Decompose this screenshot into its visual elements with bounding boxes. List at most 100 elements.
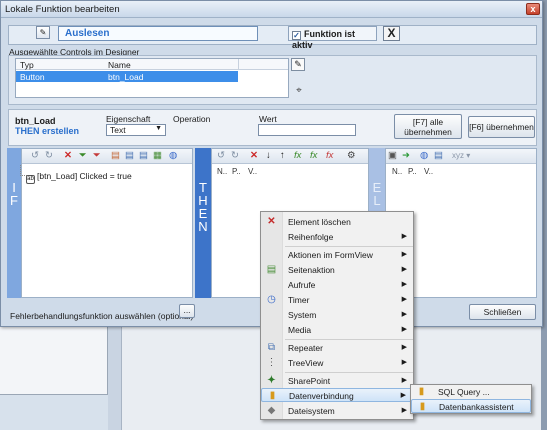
- then-column-header[interactable]: N..: [217, 167, 227, 176]
- menu-item-system[interactable]: System ▶: [261, 308, 413, 322]
- menu-item-element-loeschen[interactable]: ✕ Element löschen: [261, 215, 413, 229]
- menu-item-sql-query[interactable]: ▮ SQL Query ...: [411, 385, 531, 399]
- function-add-icon[interactable]: fx: [294, 150, 301, 162]
- filesystem-icon: ◆: [267, 405, 276, 416]
- function-active-label: Funktion ist aktiv: [292, 29, 355, 50]
- dialog-titlebar[interactable]: Lokale Funktion bearbeiten x: [1, 1, 542, 18]
- menu-item-label: System: [288, 310, 317, 320]
- edit-selection-icon[interactable]: ✎: [291, 58, 305, 71]
- redo-icon[interactable]: ↻: [45, 150, 53, 162]
- checkbox-check-icon[interactable]: ✓: [292, 31, 301, 40]
- else-column-header[interactable]: N..: [392, 167, 402, 176]
- edit-document-icon[interactable]: ▤: [434, 150, 443, 162]
- gear-icon[interactable]: ⚙: [347, 150, 356, 162]
- menu-separator: [285, 339, 413, 340]
- menu-item-media[interactable]: Media ▶: [261, 323, 413, 337]
- menu-item-datenbankassistent[interactable]: ▮ Datenbankassistent: [411, 399, 531, 413]
- delete-function-button[interactable]: X: [383, 26, 400, 41]
- delete-x-icon[interactable]: ✕: [64, 150, 72, 162]
- error-handler-select-button[interactable]: ...: [179, 304, 195, 318]
- menu-item-aktionen-formview[interactable]: Aktionen im FormView ▶: [261, 248, 413, 262]
- menu-item-sharepoint[interactable]: ✦ SharePoint ▶: [261, 374, 413, 388]
- close-button[interactable]: Schließen: [469, 304, 536, 320]
- grid-column-name[interactable]: Name: [108, 60, 131, 70]
- dialog-close-icon[interactable]: x: [526, 3, 540, 15]
- repeater-icon: ⧉: [267, 342, 276, 353]
- function-remove-icon[interactable]: fx: [326, 150, 333, 162]
- move-down-icon[interactable]: ↓: [266, 150, 271, 162]
- menu-separator: [285, 246, 413, 247]
- grid-cell-name: btn_Load: [108, 72, 144, 82]
- submenu-arrow-icon: ▶: [401, 296, 407, 303]
- filter-add-icon[interactable]: ⏷: [79, 150, 87, 162]
- submenu-arrow-icon: ▶: [401, 281, 407, 288]
- submenu-arrow-icon: ▶: [401, 344, 407, 351]
- submenu-arrow-icon: ▶: [401, 407, 407, 414]
- edit-function-icon[interactable]: ✎: [36, 26, 50, 39]
- selected-controls-grid[interactable]: Typ Name Button btn_Load: [15, 58, 289, 98]
- document-icon[interactable]: ▤: [111, 150, 120, 162]
- document-down-icon[interactable]: ▤: [139, 150, 148, 162]
- filter-remove-icon[interactable]: ⏷: [93, 150, 101, 162]
- menu-item-label: TreeView: [288, 358, 324, 368]
- grid-icon[interactable]: ▦: [153, 150, 162, 162]
- then-column-header[interactable]: V..: [248, 167, 257, 176]
- menu-item-label: SQL Query ...: [438, 387, 490, 397]
- document-up-icon[interactable]: ▤: [125, 150, 134, 162]
- redo-icon[interactable]: ↻: [231, 150, 239, 162]
- submenu-arrow-icon: ▶: [401, 377, 407, 384]
- function-edit-icon[interactable]: fx: [310, 150, 317, 162]
- undo-icon[interactable]: ↺: [217, 150, 225, 162]
- menu-item-label: Media: [288, 325, 312, 335]
- apply-button[interactable]: [F6] übernehmen: [468, 116, 535, 138]
- document-icon[interactable]: ▣: [388, 150, 397, 162]
- grid-column-typ[interactable]: Typ: [20, 60, 34, 70]
- menu-item-reihenfolge[interactable]: Reihenfolge ▶: [261, 230, 413, 244]
- undo-icon[interactable]: ↺: [31, 150, 39, 162]
- property-dropdown-value: Text: [110, 125, 126, 135]
- arrow-right-icon[interactable]: ➜: [402, 150, 410, 162]
- value-input[interactable]: [258, 124, 356, 136]
- if-toolbar: ↺ ↻ ✕ ⏷ ⏷ ▤ ▤ ▤ ▦ ◍: [22, 149, 192, 164]
- pick-control-icon[interactable]: ⌖: [293, 85, 305, 97]
- property-label: Eigenschaft: [106, 114, 151, 124]
- menu-item-label: Reihenfolge: [288, 232, 334, 242]
- then-toolbar: ↺ ↻ ✕ ↓ ↑ fx fx fx ⚙: [212, 149, 368, 164]
- menu-item-dateisystem[interactable]: ◆ Dateisystem ▶: [261, 404, 413, 418]
- apply-all-label-line2: übernehmen: [404, 127, 452, 137]
- menu-item-label: SharePoint: [288, 376, 331, 386]
- menu-item-repeater[interactable]: ⧉ Repeater ▶: [261, 341, 413, 355]
- operation-label: Operation: [173, 114, 211, 124]
- apply-all-label-line1: [F7] alle: [412, 117, 444, 127]
- sync-icon[interactable]: ◍: [420, 150, 428, 162]
- apply-all-button[interactable]: [F7] alle übernehmen: [394, 114, 462, 139]
- menu-item-label: Repeater: [288, 343, 323, 353]
- grid-cell-typ: Button: [20, 72, 45, 82]
- submenu-arrow-icon: ▶: [401, 233, 407, 240]
- menu-item-timer[interactable]: ◷ Timer ▶: [261, 293, 413, 307]
- menu-item-datenverbindung[interactable]: ▮ Datenverbindung ▶: [261, 388, 413, 402]
- else-column-header[interactable]: P..: [408, 167, 417, 176]
- function-active-checkbox[interactable]: ✓ Funktion ist aktiv: [288, 26, 377, 50]
- submenu-arrow-icon: ▶: [401, 326, 407, 333]
- background-splitter: [108, 327, 122, 430]
- menu-item-aufrufe[interactable]: Aufrufe ▶: [261, 278, 413, 292]
- delete-x-icon: ✕: [267, 216, 276, 227]
- menu-item-seitenaktion[interactable]: ▤ Seitenaktion ▶: [261, 263, 413, 277]
- move-up-icon[interactable]: ↑: [280, 150, 285, 162]
- menu-item-treeview[interactable]: ⋮ TreeView ▶: [261, 356, 413, 370]
- sync-icon[interactable]: ◍: [169, 150, 177, 162]
- else-column-header[interactable]: V..: [424, 167, 433, 176]
- function-name-field[interactable]: Auslesen: [58, 26, 258, 41]
- table-row[interactable]: Button btn_Load: [16, 71, 238, 82]
- delete-x-icon[interactable]: ✕: [250, 150, 258, 162]
- then-pane-label: T H E N: [195, 148, 211, 298]
- menu-item-label: Timer: [288, 295, 310, 305]
- treeview-icon: ⋮: [266, 357, 277, 368]
- property-dropdown[interactable]: Text ▼: [106, 124, 166, 136]
- menu-item-label: Aktionen im FormView: [288, 250, 373, 260]
- text-function-icon[interactable]: xyz ▾: [452, 150, 470, 162]
- then-column-header[interactable]: P..: [232, 167, 241, 176]
- if-condition-node[interactable]: ab [btn_Load] Clicked = true: [26, 171, 132, 184]
- menu-item-label: Element löschen: [288, 217, 351, 227]
